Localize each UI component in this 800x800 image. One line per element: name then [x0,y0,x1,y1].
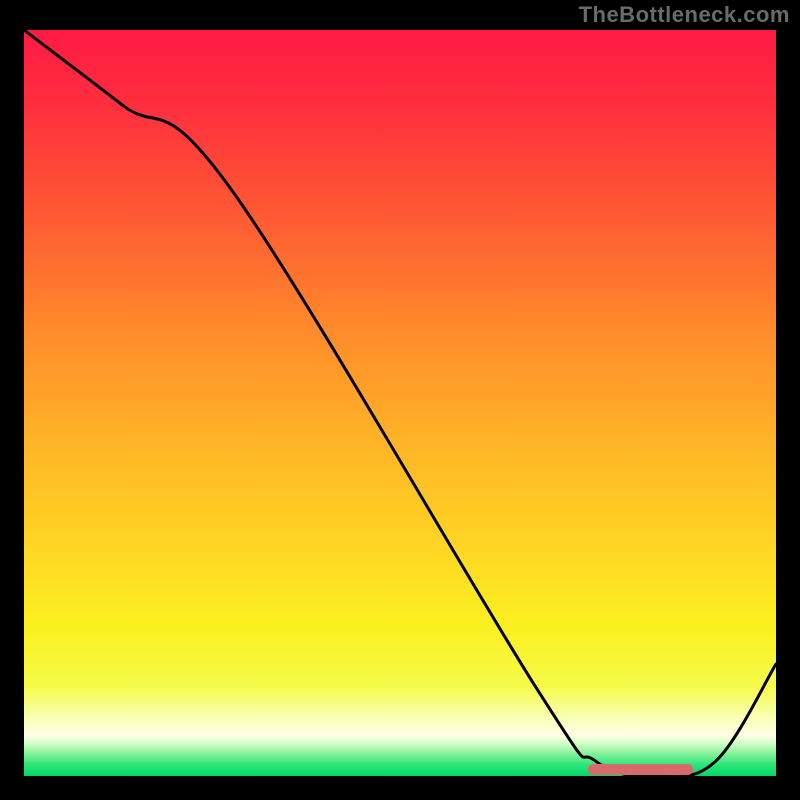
root: TheBottleneck.com [0,0,800,800]
watermark-text: TheBottleneck.com [579,2,790,28]
optimal-range-bar [588,764,693,775]
plot-frame [24,30,776,776]
heat-gradient [24,30,776,776]
